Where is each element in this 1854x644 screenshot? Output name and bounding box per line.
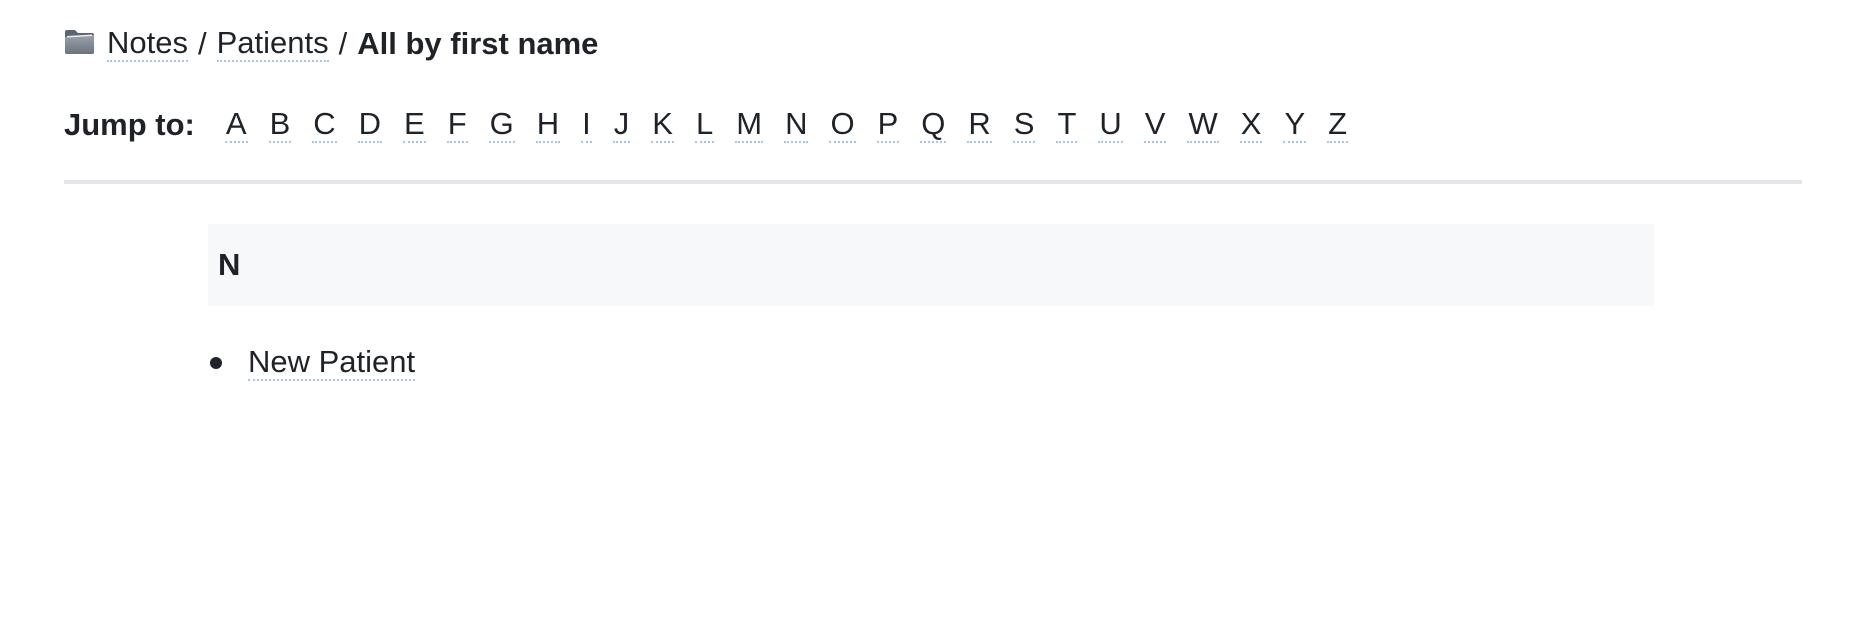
jump-letter-q[interactable]: Q <box>920 106 947 144</box>
section-header-n: N <box>208 224 1654 306</box>
jump-letter-l[interactable]: L <box>694 106 715 144</box>
jump-letter-c[interactable]: C <box>312 106 337 144</box>
breadcrumb-link-notes[interactable]: Notes <box>107 25 188 63</box>
jump-letter-j[interactable]: J <box>612 106 631 144</box>
breadcrumb: Notes / Patients / All by first name <box>64 20 598 68</box>
jump-letter-o[interactable]: O <box>829 106 856 144</box>
jump-letter-list: ABCDEFGHIJKLMNOPQRSTUVWXYZ <box>224 106 1369 144</box>
jump-letter-a[interactable]: A <box>224 106 248 144</box>
jump-letter-f[interactable]: F <box>446 106 468 144</box>
jump-letter-k[interactable]: K <box>651 106 674 144</box>
jump-letter-v[interactable]: V <box>1143 106 1167 144</box>
jump-letter-u[interactable]: U <box>1098 106 1123 144</box>
jump-letter-d[interactable]: D <box>357 106 383 144</box>
note-list: New Patient <box>208 342 416 384</box>
breadcrumb-link-patients[interactable]: Patients <box>216 25 329 63</box>
jump-letter-s[interactable]: S <box>1012 106 1036 144</box>
jump-letter-g[interactable]: G <box>488 106 515 144</box>
jump-letter-i[interactable]: I <box>581 106 592 144</box>
jump-letter-p[interactable]: P <box>876 106 900 144</box>
folder-icon <box>64 27 95 55</box>
jump-letter-m[interactable]: M <box>735 106 764 144</box>
jump-letter-z[interactable]: Z <box>1327 106 1349 144</box>
jump-letter-b[interactable]: B <box>268 106 292 144</box>
note-link-new-patient[interactable]: New Patient <box>248 344 416 382</box>
jump-letter-r[interactable]: R <box>967 106 992 144</box>
jump-label: Jump to: <box>64 107 195 142</box>
breadcrumb-separator: / <box>338 26 348 61</box>
list-item: New Patient <box>208 342 416 384</box>
page-title: All by first name <box>357 26 599 61</box>
jump-letter-y[interactable]: Y <box>1283 106 1307 144</box>
jump-bar: Jump to: ABCDEFGHIJKLMNOPQRSTUVWXYZ <box>64 100 1369 150</box>
divider <box>64 180 1802 184</box>
jump-letter-x[interactable]: X <box>1239 106 1263 144</box>
jump-letter-t[interactable]: T <box>1056 106 1078 144</box>
jump-letter-h[interactable]: H <box>535 106 561 144</box>
jump-letter-w[interactable]: W <box>1187 106 1219 144</box>
bullet <box>210 357 222 369</box>
jump-letter-e[interactable]: E <box>403 106 426 144</box>
jump-letter-n[interactable]: N <box>784 106 809 144</box>
breadcrumb-separator: / <box>197 26 207 61</box>
